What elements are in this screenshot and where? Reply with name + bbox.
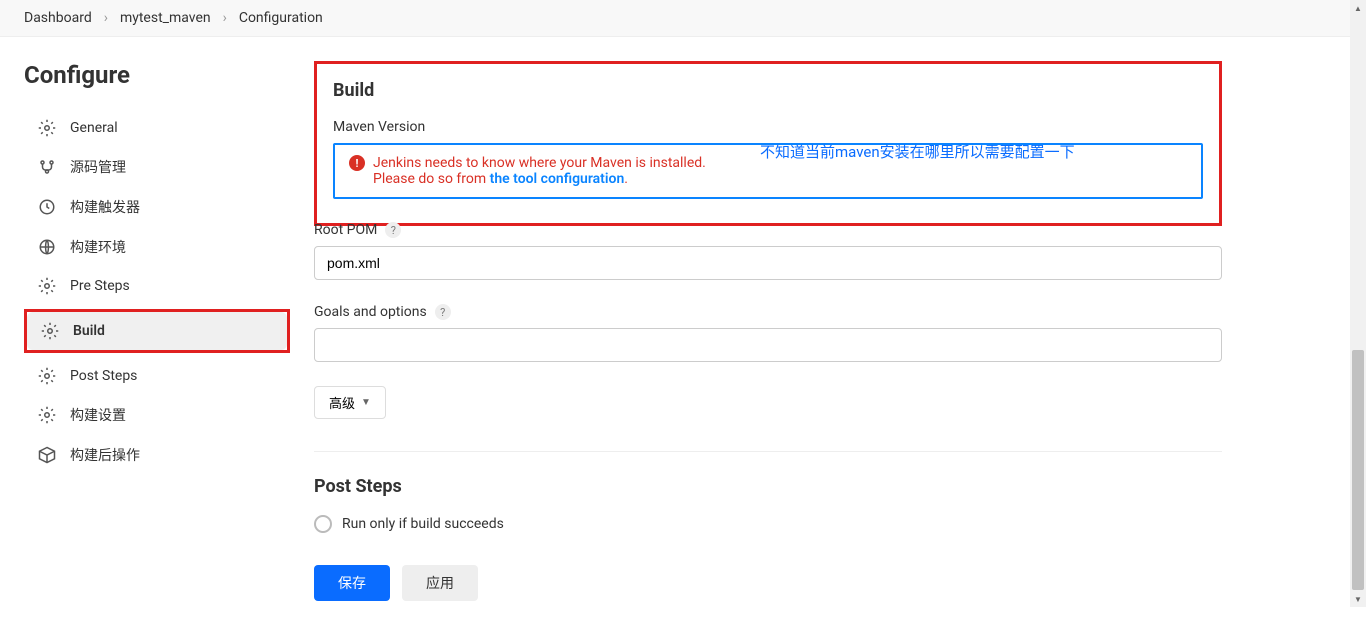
gear-icon bbox=[38, 119, 56, 137]
sidebar-item-label: 构建环境 bbox=[70, 237, 126, 257]
scroll-down-arrow[interactable]: ▼ bbox=[1350, 591, 1366, 607]
sidebar-item-label: 构建后操作 bbox=[70, 445, 140, 465]
breadcrumb: Dashboard › mytest_maven › Configuration bbox=[0, 0, 1366, 37]
sidebar-item-label: Build bbox=[73, 323, 105, 339]
sidebar-item-build-settings[interactable]: 构建设置 bbox=[24, 395, 290, 435]
gear-icon bbox=[38, 406, 56, 424]
chevron-down-icon: ▼ bbox=[361, 397, 371, 408]
section-title-post-steps: Post Steps bbox=[314, 476, 1222, 497]
advanced-label: 高级 bbox=[329, 393, 355, 412]
sidebar-item-general[interactable]: General bbox=[24, 109, 290, 147]
sidebar-item-post-steps[interactable]: Post Steps bbox=[24, 357, 290, 395]
sidebar-item-label: 构建触发器 bbox=[70, 197, 140, 217]
root-pom-label: Root POM bbox=[314, 222, 377, 238]
sidebar: Configure General 源码管理 构建触发器 构建环境 Pre St… bbox=[0, 37, 290, 625]
annotation-highlight-sidebar: Build bbox=[24, 309, 290, 353]
sidebar-item-scm[interactable]: 源码管理 bbox=[24, 147, 290, 187]
sidebar-item-label: 源码管理 bbox=[70, 157, 126, 177]
sidebar-item-pre-steps[interactable]: Pre Steps bbox=[24, 267, 290, 305]
radio-run-only-success[interactable] bbox=[314, 515, 332, 533]
error-message-line1: Jenkins needs to know where your Maven i… bbox=[373, 155, 706, 171]
goals-input[interactable] bbox=[314, 328, 1222, 362]
scrollbar[interactable]: ▲ ▼ bbox=[1350, 0, 1366, 607]
page-title: Configure bbox=[24, 61, 290, 89]
gear-icon bbox=[41, 322, 59, 340]
goals-label: Goals and options bbox=[314, 304, 427, 320]
sidebar-item-label: Post Steps bbox=[70, 368, 137, 384]
help-icon[interactable]: ? bbox=[385, 222, 401, 238]
breadcrumb-dashboard[interactable]: Dashboard bbox=[24, 10, 92, 26]
maven-version-label: Maven Version bbox=[333, 119, 1203, 135]
section-title-build: Build bbox=[333, 80, 1203, 101]
user-annotation: 不知道当前maven安装在哪里所以需要配置一下 bbox=[760, 141, 1075, 162]
breadcrumb-project[interactable]: mytest_maven bbox=[120, 10, 211, 26]
divider bbox=[314, 451, 1222, 452]
sidebar-item-build[interactable]: Build bbox=[27, 312, 287, 350]
gear-icon bbox=[38, 277, 56, 295]
clock-icon bbox=[38, 198, 56, 216]
tool-configuration-link[interactable]: the tool configuration bbox=[490, 171, 625, 187]
apply-button[interactable]: 应用 bbox=[402, 565, 478, 601]
main-content: Build Maven Version ! Jenkins needs to k… bbox=[290, 37, 1270, 625]
advanced-button[interactable]: 高级 ▼ bbox=[314, 386, 386, 419]
globe-icon bbox=[38, 238, 56, 256]
save-button[interactable]: 保存 bbox=[314, 565, 390, 601]
sidebar-item-triggers[interactable]: 构建触发器 bbox=[24, 187, 290, 227]
branch-icon bbox=[38, 158, 56, 176]
sidebar-item-label: General bbox=[70, 120, 118, 136]
sidebar-item-label: 构建设置 bbox=[70, 405, 126, 425]
scroll-up-arrow[interactable]: ▲ bbox=[1350, 0, 1366, 16]
help-icon[interactable]: ? bbox=[435, 304, 451, 320]
error-icon: ! bbox=[349, 155, 365, 171]
gear-icon bbox=[38, 367, 56, 385]
chevron-right-icon: › bbox=[104, 10, 108, 26]
sidebar-item-label: Pre Steps bbox=[70, 278, 130, 294]
root-pom-input[interactable] bbox=[314, 246, 1222, 280]
sidebar-item-env[interactable]: 构建环境 bbox=[24, 227, 290, 267]
scroll-thumb[interactable] bbox=[1352, 350, 1364, 590]
sidebar-item-post-build[interactable]: 构建后操作 bbox=[24, 435, 290, 475]
chevron-right-icon: › bbox=[223, 10, 227, 26]
radio-label: Run only if build succeeds bbox=[342, 516, 504, 532]
breadcrumb-configuration[interactable]: Configuration bbox=[239, 10, 323, 26]
error-message-line2-prefix: Please do so from bbox=[373, 171, 490, 187]
package-icon bbox=[38, 446, 56, 464]
